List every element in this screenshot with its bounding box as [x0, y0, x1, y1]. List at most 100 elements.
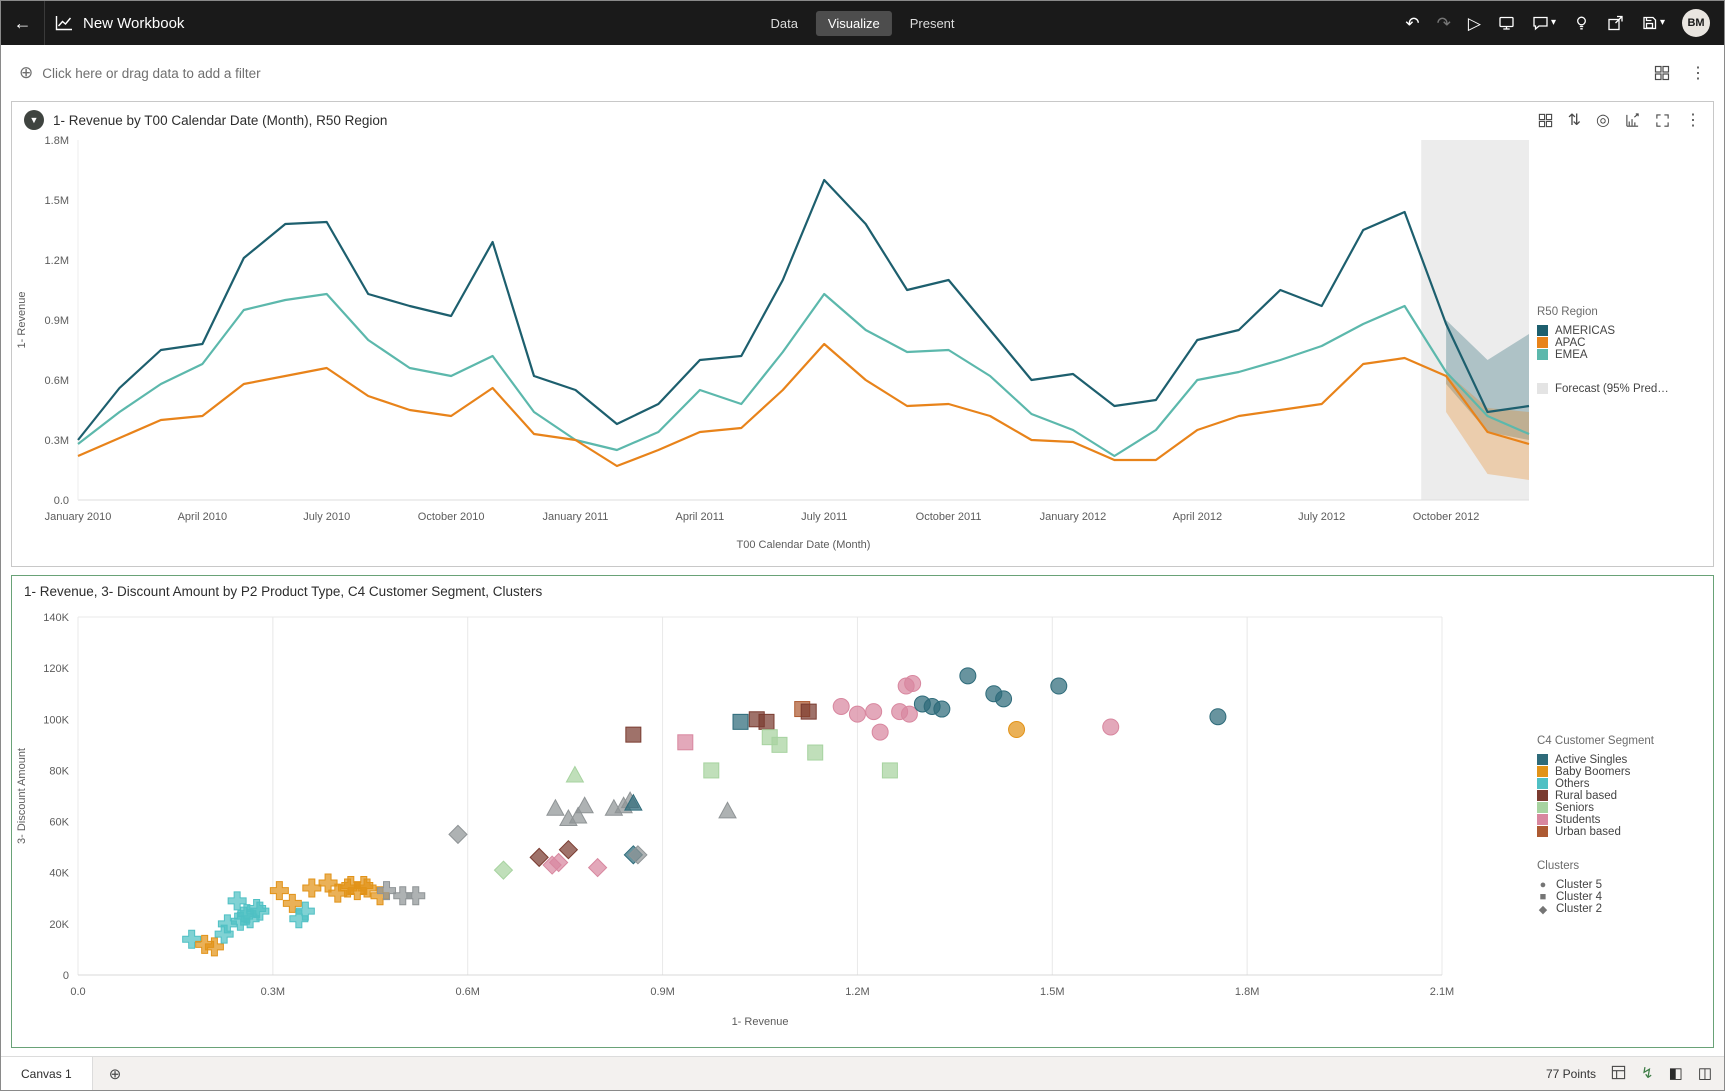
svg-text:July 2011: July 2011 — [801, 511, 847, 523]
view-tabs: Data VisualizePresent — [758, 11, 966, 36]
diamond-icon: ◆ — [1537, 903, 1549, 916]
viz-panel-line[interactable]: ▼ 1- Revenue by T00 Calendar Date (Month… — [11, 101, 1714, 567]
tab-present[interactable]: Present — [898, 11, 967, 36]
legend-item-others[interactable]: Others — [1537, 778, 1705, 790]
add-filter-prompt[interactable]: ⊕ Click here or drag data to add a filte… — [19, 63, 261, 83]
svg-text:2.1M: 2.1M — [1430, 986, 1454, 998]
data-quality-icon[interactable] — [1611, 1065, 1626, 1083]
panel1-title: 1- Revenue by T00 Calendar Date (Month),… — [53, 113, 387, 128]
legend-item-seniors[interactable]: Seniors — [1537, 802, 1705, 814]
legend-item-baby-boomers[interactable]: Baby Boomers — [1537, 766, 1705, 778]
sort-button[interactable]: ⇅ — [1568, 110, 1581, 130]
status-bar: Canvas 1 ⊕ 77 Points ↯ ◧ ◫ — [1, 1056, 1724, 1090]
svg-text:July 2012: July 2012 — [1298, 511, 1345, 523]
svg-text:1- Revenue: 1- Revenue — [732, 1016, 789, 1028]
viz-panel-scatter[interactable]: 1- Revenue, 3- Discount Amount by P2 Pro… — [11, 575, 1714, 1048]
legend-label: APAC — [1555, 337, 1585, 349]
svg-text:T00 Calendar Date (Month): T00 Calendar Date (Month) — [737, 539, 871, 551]
filter-funnel-icon[interactable]: ▼ — [24, 110, 44, 130]
panel1-menu-button[interactable]: ⋮ — [1685, 110, 1701, 130]
color-swatch — [1537, 325, 1548, 336]
legend-item-apac[interactable]: APAC — [1537, 337, 1705, 349]
filter-bar: ⊕ Click here or drag data to add a filte… — [1, 45, 1724, 101]
svg-text:April 2011: April 2011 — [675, 511, 724, 523]
workbook-title: New Workbook — [83, 15, 184, 32]
legend-item-americas[interactable]: AMERICAS — [1537, 325, 1705, 337]
layout-split-toggle[interactable]: ◫ — [1698, 1066, 1712, 1081]
legend-item-cluster-4[interactable]: ■Cluster 4 — [1537, 891, 1705, 903]
comments-button[interactable]: ▾ — [1532, 15, 1556, 31]
line-chart[interactable]: 0.00.3M0.6M0.9M1.2M1.5M1.8MJanuary 2010A… — [12, 134, 1537, 554]
add-canvas-button[interactable]: ⊕ — [93, 1065, 138, 1083]
scatter-chart-area: 0.00.3M0.6M0.9M1.2M1.5M1.8M2.1M020K40K60… — [12, 603, 1537, 1047]
svg-text:100K: 100K — [43, 714, 69, 726]
redo-button[interactable]: ↷ — [1437, 15, 1451, 32]
svg-text:January 2011: January 2011 — [543, 511, 609, 523]
legend-label: Cluster 5 — [1556, 879, 1602, 891]
clusters-legend-title: Clusters — [1537, 860, 1705, 872]
save-button[interactable]: ▾ — [1641, 15, 1665, 31]
tab-data[interactable]: Data — [758, 11, 809, 36]
svg-text:July 2010: July 2010 — [303, 511, 350, 523]
svg-text:1- Revenue: 1- Revenue — [16, 292, 28, 349]
panel1-legend: R50 Region AMERICASAPACEMEA Forecast (95… — [1537, 134, 1713, 566]
legend-item-cluster-5[interactable]: ●Cluster 5 — [1537, 879, 1705, 891]
color-swatch — [1537, 802, 1548, 813]
svg-text:1.8M: 1.8M — [1235, 986, 1259, 998]
panel2-body: 0.00.3M0.6M0.9M1.2M1.5M1.8M2.1M020K40K60… — [12, 603, 1713, 1047]
legend-item-cluster-2[interactable]: ◆ Cluster 2 — [1537, 903, 1705, 916]
legend-item-urban-based[interactable]: Urban based — [1537, 826, 1705, 838]
back-button[interactable]: ← — [1, 1, 45, 45]
legend-item-active-singles[interactable]: Active Singles — [1537, 754, 1705, 766]
svg-text:0.9M: 0.9M — [45, 315, 69, 327]
export-button[interactable] — [1607, 15, 1624, 31]
present-screen-button[interactable] — [1498, 15, 1515, 31]
legend-label: Cluster 2 — [1556, 903, 1602, 915]
legend-label: EMEA — [1555, 349, 1588, 361]
layout-left-toggle[interactable]: ◧ — [1669, 1066, 1683, 1081]
svg-text:60K: 60K — [49, 817, 69, 829]
insights-lightbulb-button[interactable] — [1573, 15, 1590, 31]
workbook-chart-icon — [55, 15, 73, 31]
tab-visualize[interactable]: Visualize — [816, 11, 892, 36]
preview-play-button[interactable]: ▷ — [1468, 15, 1481, 32]
scatter-chart[interactable]: 0.00.3M0.6M0.9M1.2M1.5M1.8M2.1M020K40K60… — [12, 603, 1537, 1031]
canvas-tab[interactable]: Canvas 1 — [1, 1057, 93, 1090]
undo-button[interactable]: ↶ — [1405, 15, 1419, 32]
pivot-grid-button[interactable] — [1538, 113, 1553, 128]
add-filter-label: Click here or drag data to add a filter — [42, 66, 260, 81]
dataset-icon-button[interactable] — [1654, 65, 1670, 81]
filter-bar-menu-button[interactable]: ⋮ — [1690, 63, 1706, 83]
legend-item-rural-based[interactable]: Rural based — [1537, 790, 1705, 802]
square-icon: ■ — [1537, 891, 1549, 903]
legend-label: Forecast (95% Pred… — [1555, 383, 1669, 395]
svg-text:120K: 120K — [43, 663, 69, 675]
canvas-area: ▼ 1- Revenue by T00 Calendar Date (Month… — [1, 101, 1724, 1056]
color-swatch — [1537, 383, 1548, 394]
svg-text:0: 0 — [63, 970, 69, 982]
svg-text:140K: 140K — [43, 612, 69, 624]
panel2-header: 1- Revenue, 3- Discount Amount by P2 Pro… — [12, 576, 1713, 603]
svg-text:0.9M: 0.9M — [650, 986, 674, 998]
legend-item-forecast-95-pred-[interactable]: Forecast (95% Pred… — [1537, 383, 1705, 395]
legend-item-emea[interactable]: EMEA — [1537, 349, 1705, 361]
forecast-legend-list: Forecast (95% Pred… — [1537, 383, 1705, 395]
svg-text:April 2010: April 2010 — [178, 511, 228, 523]
svg-text:0.6M: 0.6M — [45, 375, 69, 387]
panel2-legend: C4 Customer Segment Active SinglesBaby B… — [1537, 603, 1713, 1047]
chevron-down-icon: ▾ — [1551, 18, 1556, 28]
maximize-button[interactable] — [1655, 113, 1670, 128]
user-avatar[interactable]: BM — [1682, 9, 1710, 37]
header-actions: ↶ ↷ ▷ ▾ ▾ BM — [1405, 9, 1724, 37]
chart-type-button[interactable] — [1625, 113, 1640, 128]
svg-text:80K: 80K — [49, 765, 69, 777]
top-bar: ← New Workbook Data VisualizePresent ↶ ↷ … — [1, 1, 1724, 45]
legend-item-students[interactable]: Students — [1537, 814, 1705, 826]
performance-lightning-icon[interactable]: ↯ — [1641, 1066, 1654, 1081]
target-button[interactable]: ◎ — [1596, 110, 1610, 130]
svg-text:3- Discount Amount: 3- Discount Amount — [16, 748, 28, 844]
legend-label: Baby Boomers — [1555, 766, 1630, 778]
color-swatch — [1537, 814, 1548, 825]
svg-text:1.5M: 1.5M — [1040, 986, 1064, 998]
legend-label: Rural based — [1555, 790, 1617, 802]
